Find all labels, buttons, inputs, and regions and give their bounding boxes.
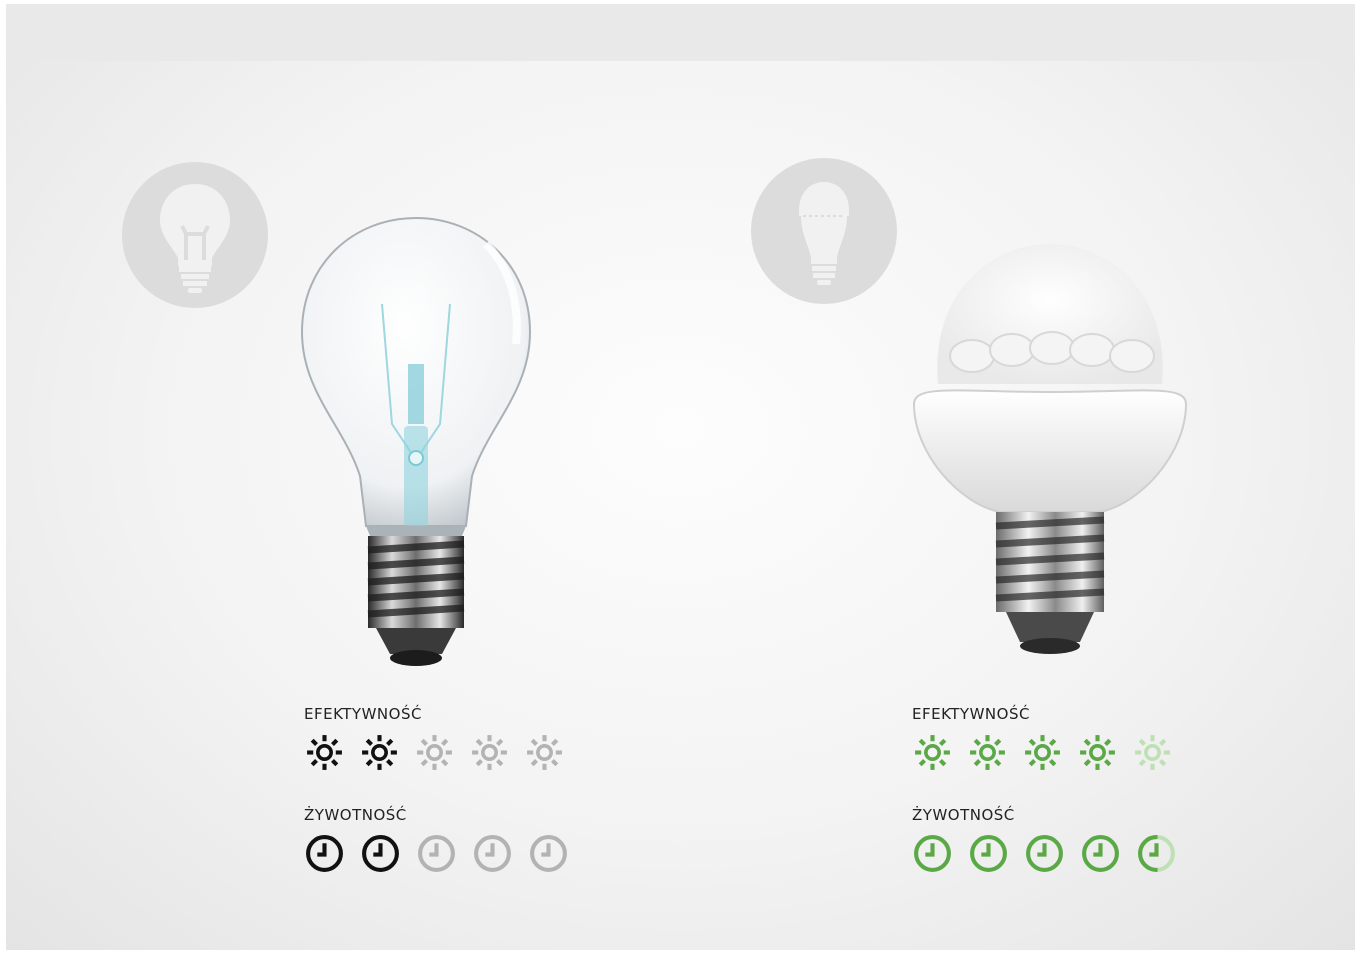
sun-icon [1135, 735, 1170, 770]
sun-icon [307, 735, 342, 770]
sun-icon [1025, 735, 1060, 770]
lifetime-label: ŻYWOTNOŚĆ [304, 806, 407, 824]
sun-icon [472, 735, 507, 770]
sun-icon [1080, 735, 1115, 770]
clock-icon [970, 835, 1007, 872]
clock-icon [1026, 835, 1063, 872]
lifetime-rating [912, 833, 1212, 874]
efficiency-label: EFEKTYWNOŚĆ [912, 705, 1030, 723]
incandescent-bulb-image [300, 216, 532, 666]
top-band [6, 4, 1355, 61]
lifetime-rating [304, 833, 604, 874]
clock-icon [362, 835, 399, 872]
incandescent-bulb-icon [160, 184, 230, 293]
led-badge [751, 158, 897, 304]
comparison-frame: EFEKTYWNOŚĆ ŻYWOTNOŚĆ EFEKTYWNOŚĆ ŻYWOTN… [6, 4, 1355, 950]
sun-icon [527, 735, 562, 770]
efficiency-rating [304, 732, 604, 773]
sun-icon [915, 735, 950, 770]
efficiency-rating [912, 732, 1212, 773]
led-ratings: EFEKTYWNOŚĆ ŻYWOTNOŚĆ [912, 704, 1212, 874]
clock-icon [914, 835, 951, 872]
sun-icon [362, 735, 397, 770]
clock-icon [1082, 835, 1119, 872]
sun-icon [970, 735, 1005, 770]
incandescent-ratings: EFEKTYWNOŚĆ ŻYWOTNOŚĆ [304, 704, 604, 874]
led-bulb-image [912, 244, 1188, 654]
clock-icon [530, 835, 567, 872]
efficiency-label: EFEKTYWNOŚĆ [304, 705, 422, 723]
clock-icon [418, 835, 455, 872]
clock-icon [306, 835, 343, 872]
sun-icon [417, 735, 452, 770]
lifetime-label: ŻYWOTNOŚĆ [912, 806, 1015, 824]
clock-icon [1138, 835, 1175, 872]
clock-icon [474, 835, 511, 872]
led-bulb-icon [799, 182, 849, 285]
incandescent-badge [122, 162, 268, 308]
